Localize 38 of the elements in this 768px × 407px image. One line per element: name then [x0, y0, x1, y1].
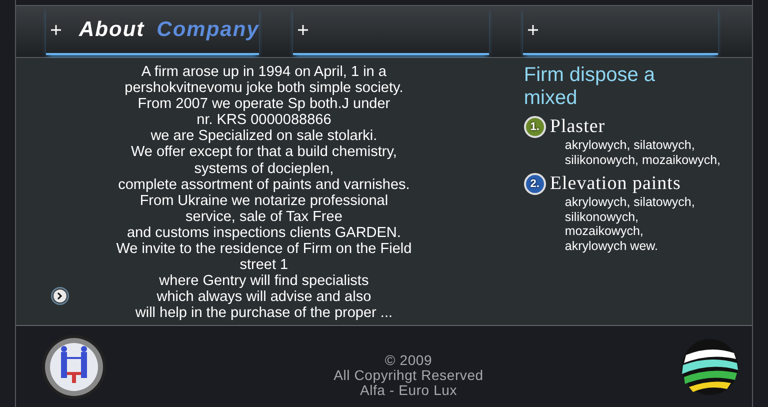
body-text-line: From Ukraine we notarize professional [140, 192, 388, 209]
item-description-line: silikonowych, mozaikowych, [564, 152, 722, 167]
item-description-line: mozaikowych, [564, 224, 644, 238]
footer-text: All Copyrihgt Reserved [334, 368, 484, 383]
crosshair-icon [528, 24, 538, 34]
body-text-line: where Gentry will find specialists [159, 273, 369, 290]
body-text-line: A firm arose up in 1994 on April, 1 in a [141, 64, 386, 80]
body-text-line: and customs inspections clients GARDEN. [126, 224, 401, 242]
body-text-line: systems of docieplen, [194, 160, 334, 177]
page-title-accent: Company [156, 18, 260, 42]
item-title: Elevation paints [550, 173, 681, 195]
item-description-line: akrylowych, silatowych, [564, 138, 696, 152]
body-text-line: We invite to the residence of Firm on the Field [116, 241, 412, 258]
striped-sphere-logo-icon [680, 336, 740, 396]
body-text-line: nr. KRS 0000088866 [196, 112, 332, 128]
number-badge: 2. [524, 173, 546, 195]
body-text-line: will help in the purchase of the proper ... [135, 305, 392, 322]
item-description-line: akrylowych, silatowych, [564, 195, 696, 210]
crosshair-icon [51, 24, 61, 34]
body-text-line: complete assortment of paints and varnishes. [118, 176, 410, 193]
body-text-line: service, sale of Tax Free [186, 208, 342, 225]
item-description-line: akrylowych wew. [564, 238, 659, 253]
body-text-line: pershokvitnevomu joke both simple society. [124, 80, 404, 96]
item-title: Plaster [550, 116, 606, 138]
handshake-logo-icon [41, 334, 107, 400]
page-title: About [79, 18, 145, 42]
body-text-line: We offer except for that a build chemistry, [130, 144, 397, 161]
body-text-line: street 1 [240, 257, 288, 274]
crosshair-icon [298, 24, 308, 34]
section-heading: Firm dispose a mixed [524, 64, 656, 110]
next-arrow-button[interactable] [50, 286, 70, 306]
footer-text: Alfa - Euro Lux [360, 383, 458, 398]
number-badge: 1. [524, 116, 546, 138]
item-description-line: silikonowych, [564, 210, 640, 224]
body-text-line: we are Specialized on sale stolarki. [150, 128, 378, 144]
body-text-line: From 2007 we operate Sp both.J under [138, 96, 390, 112]
body-text-line: which always will advise and also [156, 289, 372, 306]
footer-text: © 2009 [384, 353, 432, 368]
